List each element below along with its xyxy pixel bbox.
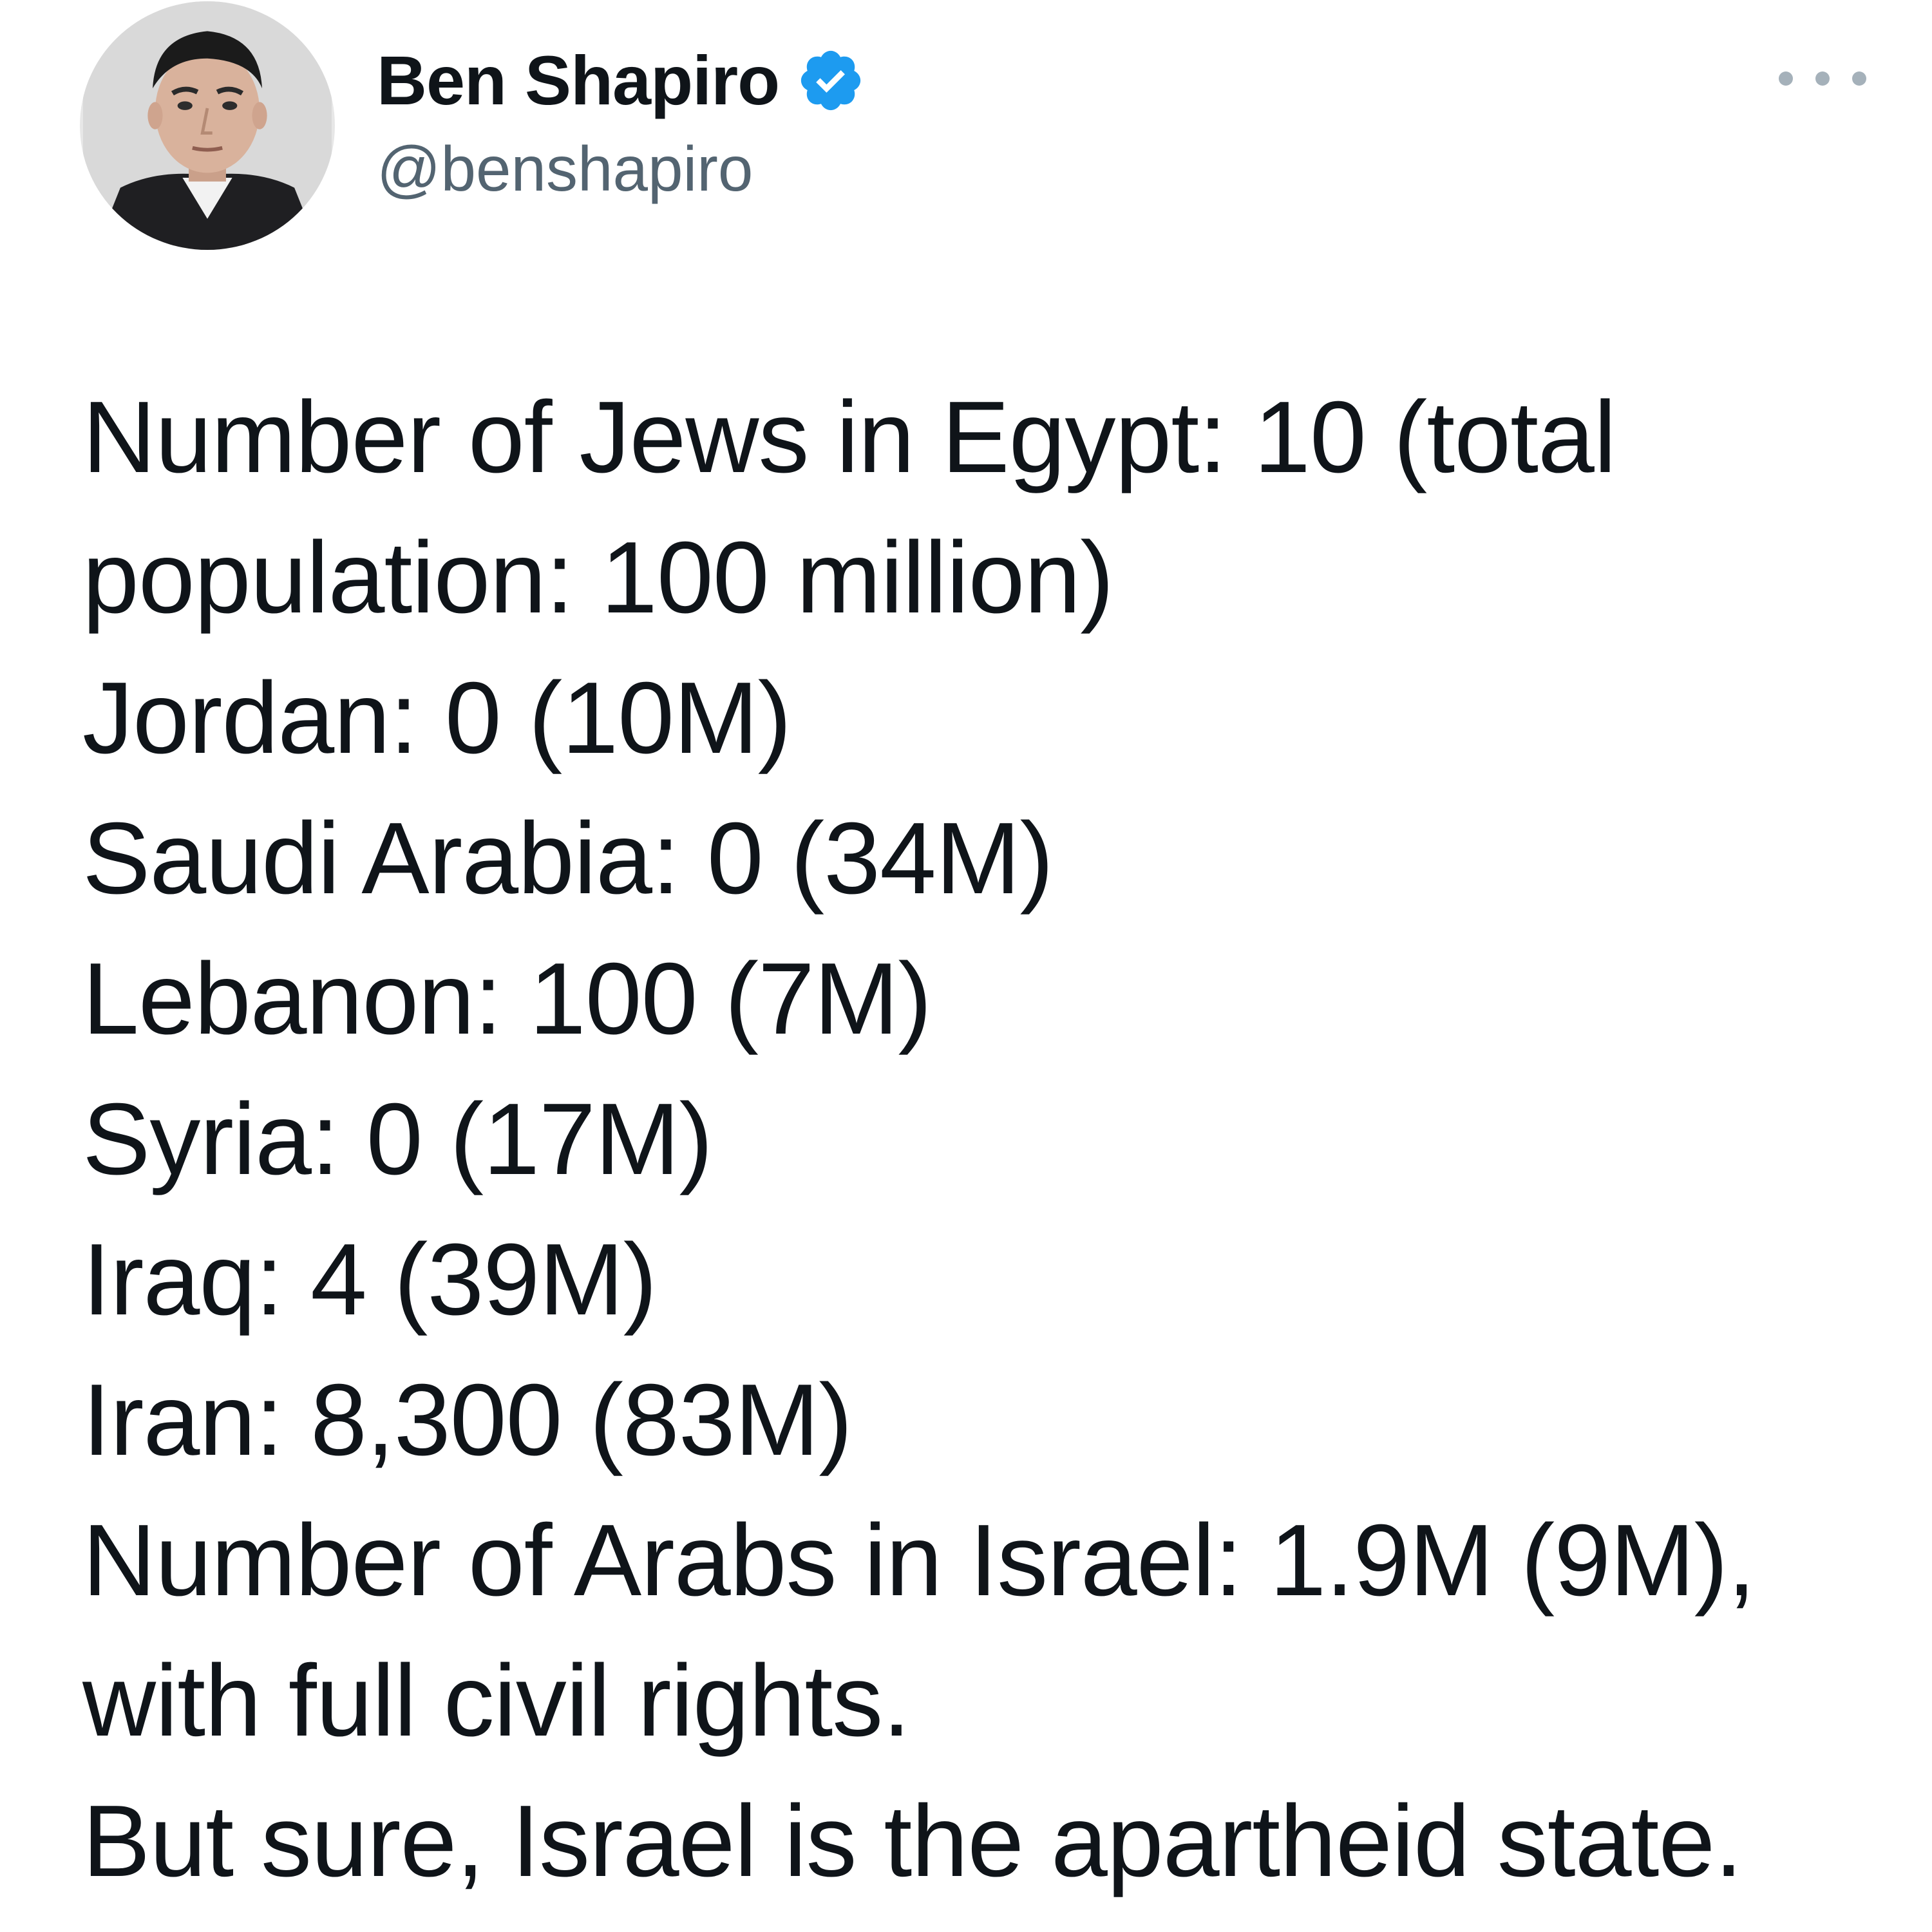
tweet-text-line: But sure, Israel is the apartheid state. [82, 1785, 1743, 1898]
verified-badge-icon [796, 46, 866, 115]
author-name-row: Ben Shapiro [377, 39, 866, 122]
author-info: Ben Shapiro @benshapiro [377, 39, 866, 207]
tweet-text-line: Iran: 8,300 (83M) [82, 1363, 853, 1477]
author-handle[interactable]: @benshapiro [377, 130, 866, 207]
author-display-name[interactable]: Ben Shapiro [377, 39, 780, 122]
avatar[interactable] [80, 1, 335, 250]
more-options-icon [1779, 71, 1866, 86]
tweet-text-line: Lebanon: 100 (7M) [82, 942, 932, 1056]
tweet-text: Number of Jews in Egypt: 10 (total popul… [82, 367, 1899, 1911]
tweet-text-line: with full civil rights. [82, 1644, 911, 1757]
tweet-text-line: Number of Arabs in Israel: 1.9M (9M), [82, 1504, 1756, 1617]
tweet-text-line: Iraq: 4 (39M) [82, 1223, 657, 1336]
tweet-card: Ben Shapiro @benshapiro Number of Jews i… [0, 0, 1932, 1932]
tweet-text-line: Syria: 0 (17M) [82, 1083, 713, 1196]
tweet-text-line: population: 100 million) [82, 521, 1114, 634]
tweet-text-line: Jordan: 0 (10M) [82, 661, 791, 775]
more-options-button[interactable] [1768, 59, 1877, 98]
tweet-text-line: Number of Jews in Egypt: 10 (total [82, 381, 1616, 494]
avatar-portrait [83, 1, 332, 250]
tweet-text-line: Saudi Arabia: 0 (34M) [82, 802, 1054, 915]
